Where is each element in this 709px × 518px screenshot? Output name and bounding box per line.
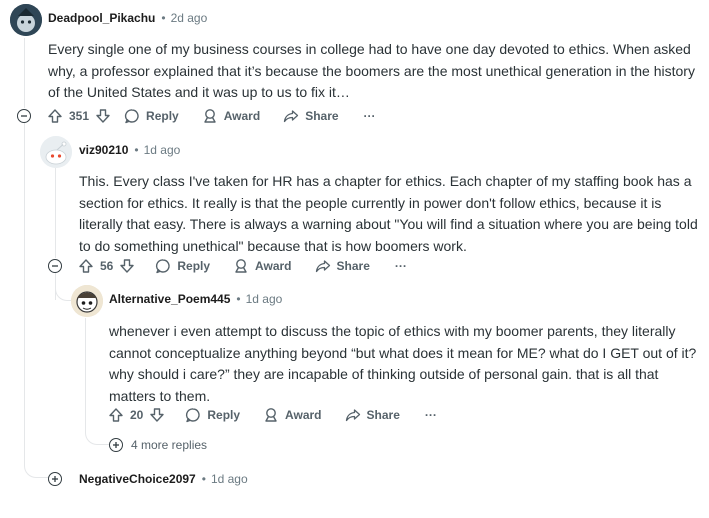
award-label: Award — [223, 109, 261, 123]
award-label: Award — [255, 259, 292, 273]
comment-icon — [124, 109, 139, 124]
downvote-button[interactable] — [149, 407, 165, 423]
expand-toggle[interactable] — [109, 438, 123, 452]
thread-line — [55, 168, 56, 258]
separator-dot: • — [134, 143, 139, 157]
share-button[interactable]: Share — [345, 407, 400, 423]
award-button[interactable]: Award — [233, 258, 292, 274]
award-label: Award — [285, 408, 322, 422]
author-name[interactable]: NegativeChoice2097 — [79, 472, 196, 486]
plus-icon — [52, 476, 58, 482]
upvote-icon — [79, 259, 93, 273]
share-icon — [284, 110, 299, 123]
timestamp[interactable]: 1d ago — [144, 143, 181, 157]
plus-icon — [113, 442, 119, 448]
author-name[interactable]: viz90210 — [79, 143, 128, 157]
downvote-icon — [96, 109, 110, 123]
more-options-icon: ··· — [363, 109, 376, 123]
share-label: Share — [366, 408, 400, 422]
share-button[interactable]: Share — [283, 108, 339, 124]
upvote-button[interactable] — [78, 258, 94, 274]
share-icon — [345, 409, 360, 422]
reply-label: Reply — [146, 109, 179, 123]
reply-label: Reply — [207, 408, 241, 422]
thread-line — [24, 38, 25, 108]
separator-dot: • — [236, 292, 241, 306]
timestamp[interactable]: 2d ago — [171, 11, 208, 25]
thread-elbow — [24, 445, 48, 478]
share-icon — [315, 260, 330, 273]
timestamp[interactable]: 1d ago — [246, 292, 283, 306]
reply-button[interactable]: Reply — [124, 108, 179, 124]
minus-icon — [21, 115, 27, 117]
thread-line — [24, 123, 25, 458]
comment-body: This. Every class I've taken for HR has … — [79, 173, 698, 254]
more-options-button[interactable]: ··· — [395, 259, 407, 273]
reply-button[interactable]: Reply — [155, 258, 210, 274]
comment-actions: 20 Reply Award Share ··· — [108, 403, 437, 427]
thread-elbow — [85, 318, 109, 445]
share-label: Share — [305, 109, 339, 123]
more-options-button[interactable]: ··· — [425, 408, 437, 422]
award-icon — [265, 408, 277, 422]
author-name[interactable]: Alternative_Poem445 — [109, 292, 230, 306]
more-options-icon: ··· — [424, 408, 437, 422]
thread-elbow — [55, 273, 71, 301]
vote-count: 351 — [69, 109, 90, 123]
separator-dot: • — [201, 472, 206, 486]
comment-header: Alternative_Poem445 • 1d ago — [109, 292, 282, 306]
comment-actions: 56 Reply Award Share ··· — [78, 254, 407, 278]
avatar[interactable] — [71, 285, 103, 317]
downvote-button[interactable] — [119, 258, 135, 274]
more-options-icon: ··· — [394, 259, 407, 273]
author-name[interactable]: Deadpool_Pikachu — [48, 11, 155, 25]
downvote-icon — [150, 408, 165, 422]
comment-icon — [156, 259, 171, 274]
award-icon — [204, 109, 216, 123]
comment-header: Deadpool_Pikachu • 2d ago — [48, 11, 207, 25]
reply-button[interactable]: Reply — [185, 407, 240, 423]
collapse-toggle[interactable] — [48, 259, 62, 273]
award-button[interactable]: Award — [263, 407, 322, 423]
more-replies-link[interactable]: 4 more replies — [109, 438, 207, 452]
vote-count: 20 — [130, 408, 144, 422]
comment-body: Every single one of my business courses … — [48, 41, 695, 100]
vote-count: 56 — [100, 259, 114, 273]
award-icon — [235, 259, 247, 273]
comment-body: whenever i even attempt to discuss the t… — [109, 323, 697, 404]
comment-header: viz90210 • 1d ago — [79, 143, 180, 157]
award-button[interactable]: Award — [202, 108, 260, 124]
more-options-button[interactable]: ··· — [364, 109, 376, 123]
separator-dot: • — [161, 11, 166, 25]
avatar[interactable] — [40, 136, 72, 168]
reply-label: Reply — [177, 259, 211, 273]
upvote-button[interactable] — [108, 407, 124, 423]
downvote-button[interactable] — [95, 108, 111, 124]
upvote-icon — [48, 109, 62, 123]
avatar[interactable] — [10, 4, 42, 36]
comment-actions: 351 Reply Award Share ··· — [47, 104, 376, 128]
share-label: Share — [336, 259, 370, 273]
upvote-button[interactable] — [47, 108, 63, 124]
comment-header: NegativeChoice2097 • 1d ago — [79, 472, 248, 486]
collapse-toggle[interactable] — [17, 109, 31, 123]
minus-icon — [52, 265, 58, 267]
downvote-icon — [120, 259, 135, 273]
comment-icon — [186, 408, 201, 423]
share-button[interactable]: Share — [315, 258, 370, 274]
more-replies-label: 4 more replies — [131, 438, 208, 452]
upvote-icon — [109, 408, 123, 422]
timestamp[interactable]: 1d ago — [211, 472, 248, 486]
expand-toggle[interactable] — [48, 472, 62, 486]
